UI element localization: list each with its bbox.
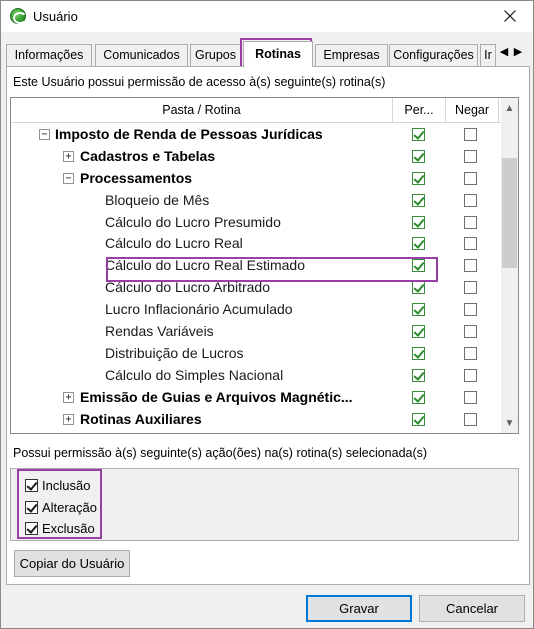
deny-checkbox[interactable] bbox=[464, 171, 477, 185]
expand-icon[interactable]: + bbox=[63, 413, 74, 425]
action-exclusao-label: Exclusão bbox=[42, 521, 95, 536]
tab-strip: Informações Comunicados Grupos Rotinas E… bbox=[6, 41, 530, 67]
close-icon bbox=[504, 10, 516, 22]
tree-row-label: Lucro Inflacionário Acumulado bbox=[105, 301, 293, 318]
tree-row[interactable]: Cálculo do Lucro Presumido bbox=[11, 212, 499, 234]
tree-row-label: Bloqueio de Mês bbox=[105, 191, 210, 208]
tree-row-label: Cálculo do Simples Nacional bbox=[105, 366, 284, 383]
action-inclusao-label: Inclusão bbox=[42, 478, 91, 493]
tree-row[interactable]: − Imposto de Renda de Pessoas Jurídicas bbox=[11, 124, 499, 146]
action-alteracao-checkbox[interactable] bbox=[25, 501, 38, 514]
tree-row-label: Cálculo do Lucro Arbitrado bbox=[105, 279, 270, 296]
tab-informacoes[interactable]: Informações bbox=[6, 44, 92, 66]
permit-checkbox[interactable] bbox=[412, 325, 425, 339]
deny-checkbox[interactable] bbox=[464, 368, 477, 382]
tab-grupos[interactable]: Grupos bbox=[190, 44, 241, 66]
copy-from-user-button[interactable]: Copiar do Usuário bbox=[14, 550, 130, 577]
deny-checkbox[interactable] bbox=[464, 412, 477, 426]
tree-row[interactable]: + Emissão de Guias e Arquivos Magnétic... bbox=[11, 387, 499, 409]
header-deny[interactable]: Negar bbox=[446, 98, 499, 123]
permit-checkbox[interactable] bbox=[412, 193, 425, 207]
save-button[interactable]: Gravar bbox=[306, 595, 412, 622]
scrollbar-thumb[interactable] bbox=[502, 158, 517, 268]
permit-checkbox[interactable] bbox=[412, 259, 425, 273]
permit-checkbox[interactable] bbox=[412, 237, 425, 251]
permit-checkbox[interactable] bbox=[412, 346, 425, 360]
tree-row-label: Processamentos bbox=[80, 169, 193, 186]
grid-header: Pasta / Rotina Per... Negar bbox=[11, 98, 518, 123]
deny-checkbox[interactable] bbox=[464, 128, 477, 141]
tree-row-label: Cálculo do Lucro Real Estimado bbox=[105, 257, 305, 274]
tree-row[interactable]: + Rotinas Auxiliares bbox=[11, 409, 499, 431]
scroll-up-icon[interactable]: ▲ bbox=[501, 100, 518, 117]
permit-checkbox[interactable] bbox=[412, 215, 425, 229]
scroll-down-icon[interactable]: ▼ bbox=[501, 415, 518, 432]
access-label: Este Usuário possui permissão de acesso … bbox=[13, 75, 386, 89]
deny-checkbox[interactable] bbox=[464, 237, 477, 251]
deny-checkbox[interactable] bbox=[464, 303, 477, 317]
tree-row[interactable]: Cálculo do Lucro Arbitrado bbox=[11, 277, 499, 299]
tree-row-label: Rendas Variáveis bbox=[105, 323, 214, 340]
action-exclusao-checkbox[interactable] bbox=[25, 522, 38, 535]
deny-checkbox[interactable] bbox=[464, 193, 477, 207]
permit-checkbox[interactable] bbox=[412, 281, 425, 295]
tab-scroll-left-icon[interactable]: ◀ bbox=[497, 43, 511, 61]
tree-row[interactable]: Cálculo do Lucro Real bbox=[11, 233, 499, 255]
tree-row-label: Rotinas Auxiliares bbox=[80, 410, 202, 427]
tree-row-label: Cálculo do Lucro Presumido bbox=[105, 213, 281, 230]
expand-icon[interactable]: + bbox=[63, 150, 74, 162]
close-button[interactable] bbox=[487, 1, 533, 31]
tree-row-label: Cadastros e Tabelas bbox=[80, 147, 216, 164]
tab-empresas[interactable]: Empresas bbox=[315, 44, 388, 66]
permit-checkbox[interactable] bbox=[412, 412, 425, 426]
tab-scroll-right-icon[interactable]: ▶ bbox=[511, 43, 525, 61]
tab-configuracoes[interactable]: Configurações bbox=[389, 44, 478, 66]
deny-checkbox[interactable] bbox=[464, 149, 477, 163]
vertical-scrollbar[interactable]: ▲ ▼ bbox=[501, 98, 518, 433]
action-alteracao-label: Alteração bbox=[42, 500, 97, 515]
tab-comunicados[interactable]: Comunicados bbox=[95, 44, 188, 66]
deny-checkbox[interactable] bbox=[464, 390, 477, 404]
tree-row-label: Emissão de Guias e Arquivos Magnétic... bbox=[80, 388, 353, 405]
tree-row[interactable]: Lucro Inflacionário Acumulado bbox=[11, 299, 499, 321]
tree-row[interactable]: Distribuição de Lucros bbox=[11, 343, 499, 365]
tab-overflow[interactable]: Ir bbox=[480, 44, 496, 66]
routines-tree-grid[interactable]: Pasta / Rotina Per... Negar − Imposto de … bbox=[10, 97, 519, 434]
user-dialog: Usuário Informações Comunicados Grupos R… bbox=[0, 0, 534, 629]
permit-checkbox[interactable] bbox=[412, 303, 425, 317]
header-permit[interactable]: Per... bbox=[393, 98, 446, 123]
deny-checkbox[interactable] bbox=[464, 325, 477, 339]
tree-row[interactable]: Cálculo do Lucro Real Estimado bbox=[11, 255, 499, 277]
tree-row-label: Cálculo do Lucro Real bbox=[105, 235, 243, 252]
permit-checkbox[interactable] bbox=[412, 128, 425, 141]
actions-box: Inclusão Alteração Exclusão bbox=[10, 468, 519, 541]
expand-icon[interactable]: + bbox=[63, 391, 74, 403]
title-bar: Usuário bbox=[1, 1, 533, 32]
permit-checkbox[interactable] bbox=[412, 171, 425, 185]
deny-checkbox[interactable] bbox=[464, 215, 477, 229]
actions-label: Possui permissão à(s) seguinte(s) ação(õ… bbox=[13, 446, 428, 460]
permit-checkbox[interactable] bbox=[412, 390, 425, 404]
collapse-icon[interactable]: − bbox=[63, 172, 74, 184]
header-routine[interactable]: Pasta / Rotina bbox=[11, 98, 393, 123]
deny-checkbox[interactable] bbox=[464, 259, 477, 273]
tree-row-label: Distribuição de Lucros bbox=[105, 344, 244, 361]
tab-rotinas[interactable]: Rotinas bbox=[243, 41, 313, 67]
tree-row[interactable]: − Processamentos bbox=[11, 168, 499, 190]
collapse-icon[interactable]: − bbox=[39, 129, 50, 140]
tree-row[interactable]: Cálculo do Simples Nacional bbox=[11, 365, 499, 387]
app-logo-icon bbox=[10, 8, 27, 24]
cancel-button[interactable]: Cancelar bbox=[419, 595, 525, 622]
grid-rows: − Imposto de Renda de Pessoas Jurídicas + C… bbox=[11, 124, 499, 430]
tree-row[interactable]: + Cadastros e Tabelas bbox=[11, 146, 499, 168]
permit-checkbox[interactable] bbox=[412, 149, 425, 163]
deny-checkbox[interactable] bbox=[464, 281, 477, 295]
deny-checkbox[interactable] bbox=[464, 346, 477, 360]
action-inclusao-checkbox[interactable] bbox=[25, 479, 38, 492]
window-title: Usuário bbox=[33, 9, 78, 24]
tree-row[interactable]: Bloqueio de Mês bbox=[11, 190, 499, 212]
tree-row[interactable]: Rendas Variáveis bbox=[11, 321, 499, 343]
tree-row-label: Imposto de Renda de Pessoas Jurídicas bbox=[55, 126, 323, 142]
permit-checkbox[interactable] bbox=[412, 368, 425, 382]
